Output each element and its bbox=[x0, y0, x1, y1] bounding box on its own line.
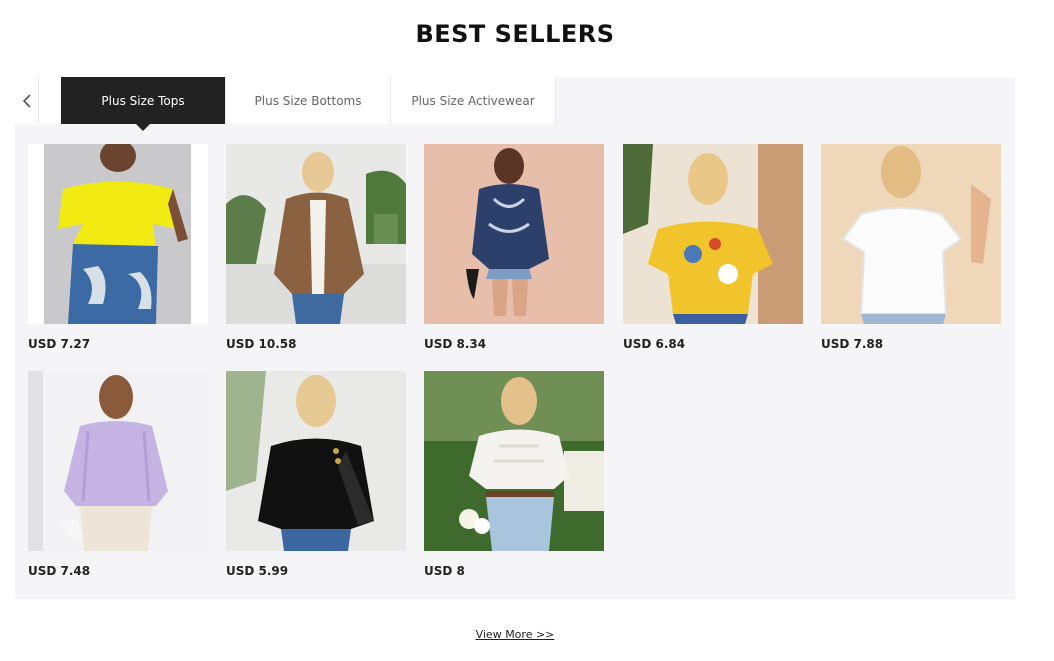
product-image[interactable] bbox=[226, 371, 406, 551]
section-title: BEST SELLERS bbox=[415, 20, 615, 48]
tabs-prev-button[interactable] bbox=[15, 77, 39, 124]
product-price: USD 7.48 bbox=[28, 564, 91, 578]
best-sellers-page: BEST SELLERS Plus Size Tops Plus Size Bo… bbox=[0, 0, 1054, 661]
product-card[interactable]: USD 8 bbox=[424, 371, 604, 578]
product-card[interactable]: USD 8.34 bbox=[424, 144, 604, 351]
product-card[interactable]: USD 5.99 bbox=[226, 371, 406, 578]
product-image[interactable] bbox=[623, 144, 803, 324]
product-card[interactable]: USD 7.27 bbox=[28, 144, 208, 351]
product-price: USD 8 bbox=[424, 564, 465, 578]
view-more-container: View More >> bbox=[0, 625, 1030, 643]
view-more-link[interactable]: View More >> bbox=[476, 628, 555, 641]
product-price: USD 7.27 bbox=[28, 337, 91, 351]
product-image[interactable] bbox=[424, 144, 604, 324]
product-image[interactable] bbox=[226, 144, 406, 324]
tab-label: Plus Size Tops bbox=[101, 93, 185, 108]
tab-label: Plus Size Activewear bbox=[411, 93, 535, 108]
category-tabs: Plus Size Tops Plus Size Bottoms Plus Si… bbox=[15, 77, 556, 131]
product-image[interactable] bbox=[821, 144, 1001, 324]
product-image[interactable] bbox=[28, 144, 208, 324]
tab-plus-size-bottoms[interactable]: Plus Size Bottoms bbox=[226, 77, 391, 124]
tab-plus-size-activewear[interactable]: Plus Size Activewear bbox=[391, 77, 556, 124]
product-card[interactable]: USD 7.88 bbox=[821, 144, 1001, 351]
product-card[interactable]: USD 7.48 bbox=[28, 371, 208, 578]
product-price: USD 8.34 bbox=[424, 337, 487, 351]
product-price: USD 6.84 bbox=[623, 337, 686, 351]
tab-plus-size-tops[interactable]: Plus Size Tops bbox=[61, 77, 226, 131]
product-price: USD 10.58 bbox=[226, 337, 297, 351]
product-card[interactable]: USD 10.58 bbox=[226, 144, 406, 351]
tab-label: Plus Size Bottoms bbox=[254, 93, 362, 108]
best-sellers-panel: Plus Size Tops Plus Size Bottoms Plus Si… bbox=[15, 77, 1015, 599]
product-image[interactable] bbox=[424, 371, 604, 551]
chevron-left-icon bbox=[22, 93, 31, 108]
tab-spacer bbox=[39, 77, 61, 124]
product-card[interactable]: USD 6.84 bbox=[623, 144, 803, 351]
product-price: USD 7.88 bbox=[821, 337, 884, 351]
product-price: USD 5.99 bbox=[226, 564, 289, 578]
product-image[interactable] bbox=[28, 371, 208, 551]
